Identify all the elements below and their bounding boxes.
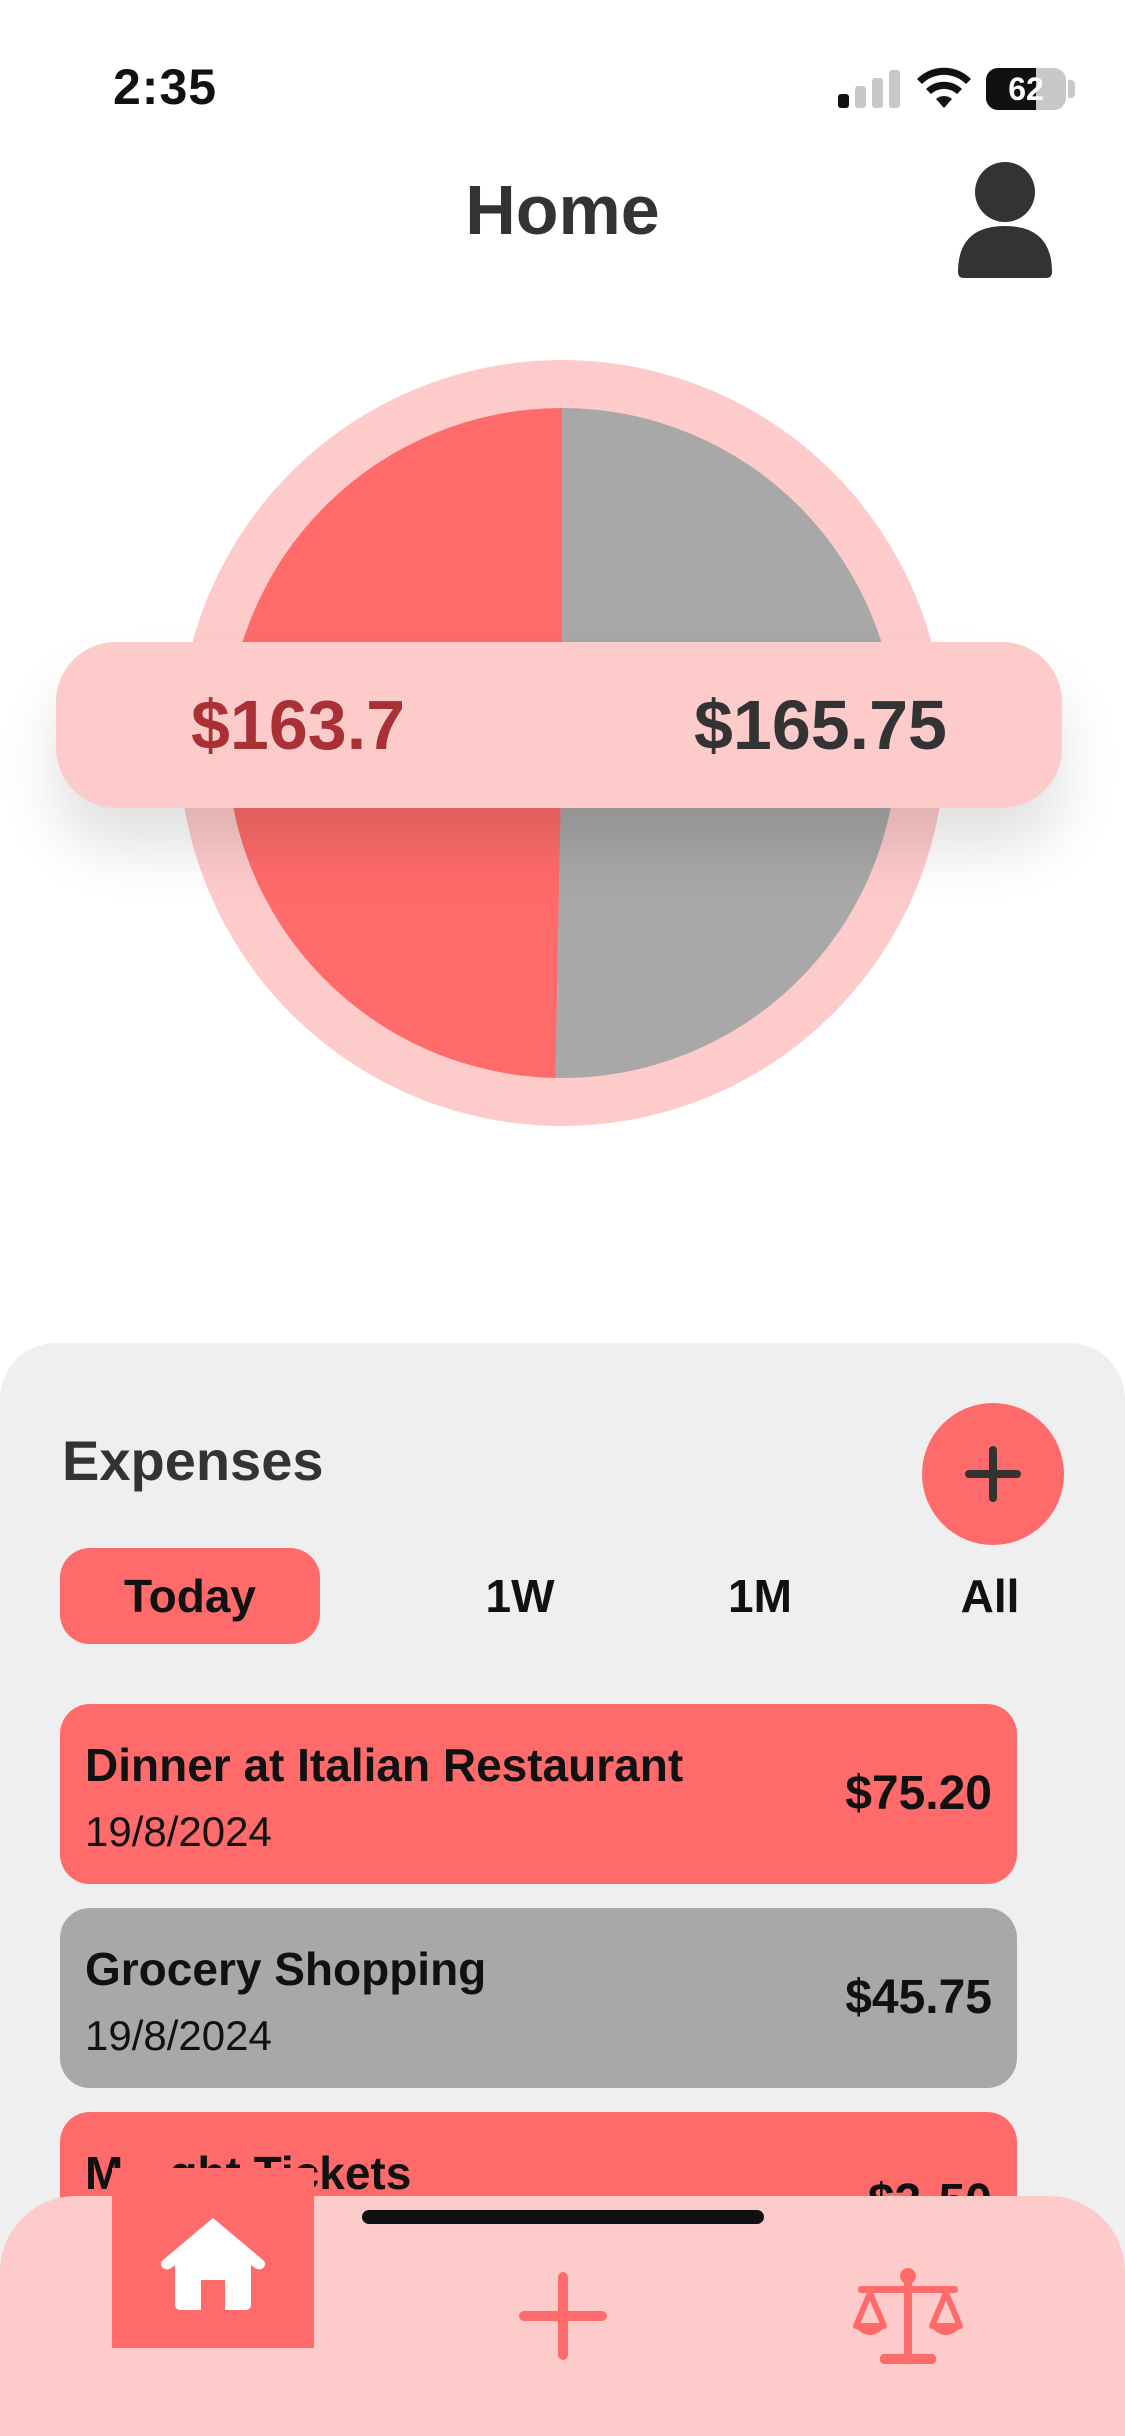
expense-item[interactable]: Grocery Shopping 19/8/2024 $45.75 <box>60 1908 1017 2088</box>
expense-item[interactable]: Dinner at Italian Restaurant 19/8/2024 $… <box>60 1704 1017 1884</box>
pie-label-left-amount: $163.7 <box>191 686 406 764</box>
nav-home-button[interactable] <box>112 2168 314 2348</box>
expense-amount: $75.20 <box>845 1767 992 1820</box>
filter-tab-all[interactable]: All <box>870 1548 1110 1644</box>
expense-name: Grocery Shopping <box>85 1943 487 1995</box>
expense-amount: $45.75 <box>845 1971 992 2024</box>
nav-balance-button[interactable] <box>852 2266 964 2366</box>
balance-pie-chart: $163.7 $165.75 <box>0 340 1125 1160</box>
filter-tab-1w[interactable]: 1W <box>400 1548 640 1644</box>
scale-icon <box>853 2268 963 2364</box>
battery-percent: 62 <box>1008 70 1044 107</box>
battery-tip <box>1068 80 1075 98</box>
home-indicator <box>362 2210 764 2224</box>
home-icon <box>161 2218 265 2310</box>
filter-tab-1m[interactable]: 1M <box>640 1548 880 1644</box>
wifi-icon <box>917 67 971 108</box>
expense-name: Dinner at Italian Restaurant <box>85 1739 684 1791</box>
battery-icon: 62 <box>986 68 1066 110</box>
status-bar: 2:35 62 <box>0 0 1125 150</box>
expense-date: 19/8/2024 <box>85 1808 272 1855</box>
plus-icon <box>965 1446 1021 1502</box>
add-expense-button[interactable] <box>922 1403 1064 1545</box>
status-time: 2:35 <box>113 59 218 115</box>
pie-label-right-amount: $165.75 <box>693 686 947 764</box>
nav-add-button[interactable] <box>515 2268 611 2364</box>
bottom-nav <box>0 2168 1125 2436</box>
balance-summary-pill: $163.7 $165.75 <box>56 642 1062 808</box>
person-icon <box>958 162 1052 278</box>
profile-button[interactable] <box>950 160 1060 280</box>
filter-tab-today[interactable]: Today <box>60 1548 320 1644</box>
expense-date: 19/8/2024 <box>85 2012 272 2059</box>
expenses-title: Expenses <box>62 1429 324 1492</box>
cellular-signal-icon <box>838 70 900 108</box>
plus-icon <box>519 2272 607 2360</box>
filter-tabs: Today 1W 1M All <box>60 1548 1060 1644</box>
